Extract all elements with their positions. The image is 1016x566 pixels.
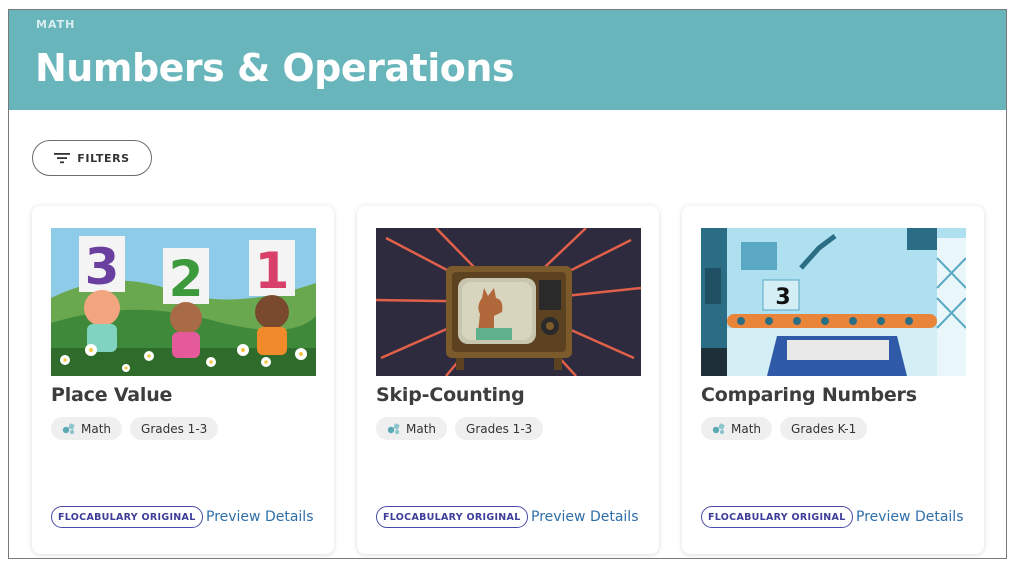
filters-label: FILTERS — [77, 151, 130, 165]
card-tags: Math Grades 1-3 — [51, 417, 219, 440]
filters-button[interactable]: FILTERS — [32, 140, 152, 176]
subject-tag: Math — [51, 417, 123, 440]
math-subject-icon — [712, 422, 726, 435]
flocabulary-original-badge: FLOCABULARY ORIGINAL — [376, 506, 528, 528]
subject-tag: Math — [376, 417, 448, 440]
subject-tag-label: Math — [81, 421, 112, 436]
card-title[interactable]: Comparing Numbers — [701, 384, 917, 406]
grades-tag: Grades 1-3 — [130, 417, 219, 440]
card-title[interactable]: Place Value — [51, 384, 172, 406]
thumb-digit: 1 — [255, 242, 290, 300]
video-card-place-value[interactable]: 3 2 1 Place Value Math Grades 1-3 FLOCAB… — [32, 206, 334, 554]
video-thumbnail[interactable]: 3 — [701, 228, 966, 376]
page-header: MATH Numbers & Operations — [9, 10, 1006, 110]
subject-tag-label: Math — [731, 421, 762, 436]
grades-tag-label: Grades 1-3 — [141, 421, 208, 436]
subject-tag: Math — [701, 417, 773, 440]
flocabulary-original-badge: FLOCABULARY ORIGINAL — [701, 506, 853, 528]
video-card-skip-counting[interactable]: Skip-Counting Math Grades 1-3 FLOCABULAR… — [357, 206, 659, 554]
page-title: Numbers & Operations — [35, 46, 515, 90]
card-tags: Math Grades 1-3 — [376, 417, 544, 440]
preview-details-link[interactable]: Preview Details — [206, 509, 313, 525]
thumb-digit: 3 — [775, 285, 790, 310]
grades-tag: Grades K-1 — [780, 417, 868, 440]
math-subject-icon — [62, 422, 76, 435]
preview-details-link[interactable]: Preview Details — [531, 509, 638, 525]
grades-tag-label: Grades K-1 — [791, 421, 857, 436]
grades-tag: Grades 1-3 — [455, 417, 544, 440]
video-thumbnail[interactable]: 3 2 1 — [51, 228, 316, 376]
page-frame: MATH Numbers & Operations FILTERS 3 2 1 … — [8, 9, 1007, 559]
video-thumbnail[interactable] — [376, 228, 641, 376]
card-title[interactable]: Skip-Counting — [376, 384, 525, 406]
thumb-digit: 2 — [169, 250, 204, 308]
preview-details-link[interactable]: Preview Details — [856, 509, 963, 525]
flocabulary-original-badge: FLOCABULARY ORIGINAL — [51, 506, 203, 528]
subject-tag-label: Math — [406, 421, 437, 436]
grades-tag-label: Grades 1-3 — [466, 421, 533, 436]
subject-eyebrow: MATH — [36, 18, 76, 31]
video-card-comparing-numbers[interactable]: 3 Comparing Numbers Math Grades K-1 FLOC… — [682, 206, 984, 554]
thumb-digit: 3 — [85, 238, 120, 296]
filter-lines-icon — [54, 149, 71, 168]
card-tags: Math Grades K-1 — [701, 417, 868, 440]
math-subject-icon — [387, 422, 401, 435]
